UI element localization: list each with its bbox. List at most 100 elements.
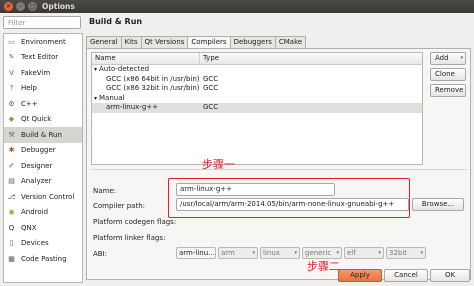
category-item[interactable]: ⎇ Version Control [4,189,82,205]
abi-select[interactable]: arm ▾ [218,247,258,259]
tree-name-text: GCC (x86 64bit in /usr/bin) [106,74,200,83]
add-button[interactable]: Add ▾ [430,52,466,65]
category-label: Devices [21,239,49,248]
category-item[interactable]: V FakeVim [4,65,82,81]
chevron-down-icon: ▾ [215,248,216,258]
category-item[interactable]: ▯ Devices [4,236,82,252]
qnx-icon: Q [8,223,15,232]
tab-qt-versions[interactable]: Qt Versions [140,36,189,48]
close-icon: ✕ [5,2,12,10]
minimize-icon: – [19,2,22,10]
help-icon: ? [9,84,14,93]
tree-row[interactable]: ▾ Manual [92,94,422,104]
category-list: ▭ Environment ✎ Text Editor V FakeVim? Help ⚙ C+… [3,33,83,283]
code-pasting-icon: ▦ [8,254,15,263]
category-item[interactable]: ▭ Environment [4,34,82,50]
category-item[interactable]: ? Help [4,81,82,97]
category-item[interactable]: ◉ Android [4,205,82,221]
tree-cell-type: GCC [203,74,219,83]
tab-cmake[interactable]: CMake [274,36,307,48]
divider [91,169,467,170]
annotation-step1: 步骤一 [202,158,235,171]
name-label: Name: [93,187,117,195]
tab-kits[interactable]: Kits [120,36,142,48]
category-label: Version Control [21,192,75,201]
qt-quick-icon: ◆ [8,115,15,124]
monitor-icon: ▭ [8,37,15,46]
chevron-down-icon: ▾ [294,250,297,256]
page-title: Build & Run [89,17,143,26]
devices-icon: ▯ [9,239,14,248]
category-item[interactable]: ✎ Text Editor [4,50,82,66]
chevron-down-icon: ▾ [378,250,381,256]
debugger-icon: ✱ [8,146,15,155]
abi-select[interactable]: elf ▾ [344,247,384,259]
maximize-window-button[interactable]: □ [28,2,37,11]
category-label: Debugger [21,146,56,155]
column-header-name[interactable]: Name [92,53,200,64]
category-item[interactable]: ⚒ Build & Run [4,127,82,143]
category-label: Build & Run [21,130,62,139]
tree-rows: ▾ Auto-detected GCC (x86 64bit in /usr/bin… [92,65,422,113]
side-buttons: Add ▾ Clone Remove [430,52,468,100]
text-editor-icon: ✎ [8,53,15,62]
clone-button[interactable]: Clone [430,68,466,81]
abi-select[interactable]: arm-linu...▾ [176,247,216,259]
category-item[interactable]: ▤ Analyzer [4,174,82,190]
category-label: Help [21,84,37,93]
abi-select-value: arm-linu... [179,249,215,257]
ok-button[interactable]: OK [430,269,470,282]
build-run-icon: ⚒ [8,130,15,139]
tree-cell-type: GCC [203,103,219,111]
tree-row[interactable]: GCC (x86 64bit in /usr/bin) GCC [92,75,422,85]
abi-select-value: linux [263,249,280,257]
abi-select-value: elf [347,249,356,257]
apply-button[interactable]: Apply [338,269,382,282]
remove-button[interactable]: Remove [430,84,466,97]
minimize-window-button[interactable]: – [16,2,25,11]
tree-cell-type: GCC [203,84,219,92]
category-item[interactable]: ✱ Debugger [4,143,82,159]
category-label: FakeVim [21,68,51,77]
expand-arrow-icon[interactable]: ▾ [94,95,97,102]
category-item[interactable]: Q QNX [4,220,82,236]
category-label: Code Pasting [21,254,67,263]
tree-cell-type [200,94,203,104]
compiler-tree[interactable]: Name Type ▾ Auto-detected GCC (x86 64bit i… [91,52,423,165]
close-window-button[interactable]: ✕ [4,2,13,11]
linker-flags-label: Platform linker flags: [93,234,166,242]
category-label: Text Editor [21,53,59,62]
tree-row[interactable]: ▾ Auto-detected [92,65,422,75]
abi-select-value: 32bit [389,249,408,257]
category-item[interactable]: ▦ Code Pasting [4,251,82,267]
maximize-icon: □ [29,2,36,10]
category-item[interactable]: ◆ Qt Quick [4,112,82,128]
options-dialog: Filter ▭ Environment ✎ Text Editor V FakeVim?… [0,13,474,286]
abi-label: ABI: [93,250,108,258]
abi-select-value: arm [221,249,235,257]
tab-general[interactable]: General [86,36,122,48]
compilers-panel: Name Type ▾ Auto-detected GCC (x86 64bit i… [86,48,471,280]
tree-row[interactable]: arm-linux-g++ GCC [92,103,422,113]
cancel-button[interactable]: Cancel [384,269,428,282]
codegen-flags-label: Platform codegen flags: [93,218,177,226]
android-icon: ◉ [8,208,15,217]
browse-button[interactable]: Browse... [412,198,464,211]
column-header-type[interactable]: Type [200,53,422,64]
category-label: Android [21,208,49,217]
abi-select[interactable]: linux ▾ [260,247,300,259]
tree-row[interactable]: GCC (x86 32bit in /usr/bin) GCC [92,84,422,94]
category-item[interactable]: ⚙ C++ [4,96,82,112]
filter-input[interactable]: Filter [3,16,81,29]
tab-debuggers[interactable]: Debuggers [229,36,276,48]
category-label: Qt Quick [21,115,52,124]
tab-bar: General Kits Qt Versions Compilers Debuggers… [86,36,307,49]
designer-icon: ✐ [8,161,15,170]
category-item[interactable]: ✐ Designer [4,158,82,174]
annotation-step2: 步骤二 [307,260,340,273]
tree-header: Name Type [92,53,422,65]
chevron-down-icon: ▾ [460,55,463,61]
expand-arrow-icon[interactable]: ▾ [94,66,97,73]
abi-select[interactable]: 32bit ▾ [386,247,426,259]
title-bar: ✕ – □ Options [0,0,474,13]
